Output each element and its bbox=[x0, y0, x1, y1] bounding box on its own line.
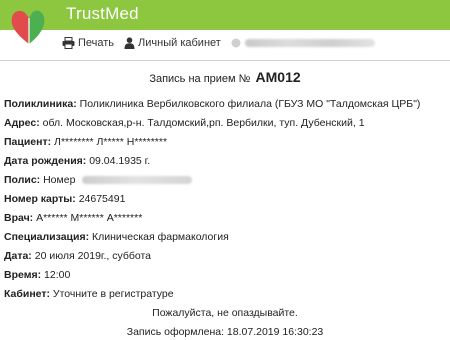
policy-value: Номер bbox=[43, 174, 76, 186]
heart-leaf-logo bbox=[11, 10, 45, 45]
appointment-title-prefix: Запись на прием № bbox=[149, 73, 251, 85]
time-label: Время: bbox=[4, 269, 42, 281]
patient-label: Пациент: bbox=[4, 136, 52, 148]
print-button[interactable]: Печать bbox=[62, 37, 114, 49]
doctor-value: А****** М****** А******* bbox=[36, 212, 143, 224]
date-label: Дата: bbox=[4, 250, 32, 262]
user-menu[interactable] bbox=[231, 38, 375, 48]
specialty-value: Клиническая фармакология bbox=[92, 231, 229, 243]
doctor-label: Врач: bbox=[4, 212, 34, 224]
room-label: Кабинет: bbox=[4, 288, 50, 300]
appointment-title: Запись на прием № AM012 bbox=[0, 69, 450, 85]
card-number-row: Номер карты: 24675491 bbox=[4, 193, 125, 205]
room-value: Уточните в регистратуре bbox=[52, 288, 174, 300]
specialty-row: Специализация: Клиническая фармакология bbox=[4, 231, 229, 243]
user-icon bbox=[231, 38, 241, 48]
time-value: 12:00 bbox=[44, 269, 71, 281]
reminder-text: Пожалуйста, не опаздывайте. bbox=[152, 307, 298, 319]
patient-row: Пациент: Л******** Л***** Н******** bbox=[4, 136, 167, 148]
birth-date-value: 09.04.1935 г. bbox=[89, 155, 151, 167]
birth-date-label: Дата рождения: bbox=[4, 155, 87, 167]
person-icon bbox=[124, 37, 135, 49]
policy-label: Полис: bbox=[4, 174, 41, 186]
card-number-label: Номер карты: bbox=[4, 193, 76, 205]
date-value: 20 июля 2019г., суббота bbox=[34, 250, 152, 262]
created-timestamp: Запись оформлена: 18.07.2019 16:30:23 bbox=[126, 326, 324, 338]
clinic-label: Поликлиника: bbox=[4, 98, 77, 110]
address-row: Адрес: обл. Московская,р-н. Талдомский,р… bbox=[4, 117, 365, 129]
address-label: Адрес: bbox=[4, 117, 40, 129]
clinic-value: Поликлиника Вербилковского филиала (ГБУЗ… bbox=[79, 98, 421, 110]
policy-number-redacted bbox=[82, 176, 193, 185]
appointment-card: Запись на прием № AM012 Поликлиника: Пол… bbox=[0, 60, 450, 340]
room-row: Кабинет: Уточните в регистратуре bbox=[4, 288, 174, 300]
toolbar: Печать Личный кабинет bbox=[62, 34, 375, 52]
printer-icon bbox=[62, 37, 75, 49]
patient-value: Л******** Л***** Н******** bbox=[54, 136, 168, 148]
appointment-number: AM012 bbox=[255, 69, 301, 85]
clinic-row: Поликлиника: Поликлиника Вербилковского … bbox=[4, 98, 420, 110]
birth-date-row: Дата рождения: 09.04.1935 г. bbox=[4, 155, 150, 167]
personal-cabinet-button[interactable]: Личный кабинет bbox=[124, 37, 221, 49]
policy-row: Полис: Номер bbox=[4, 174, 193, 186]
app-title: TrustMed bbox=[66, 4, 139, 23]
date-row: Дата: 20 июля 2019г., суббота bbox=[4, 250, 151, 262]
doctor-row: Врач: А****** М****** А******* bbox=[4, 212, 142, 224]
print-label: Печать bbox=[78, 37, 115, 49]
card-number-value: 24675491 bbox=[78, 193, 126, 205]
address-value: обл. Московская,р-н. Талдомский,рп. Верб… bbox=[42, 117, 365, 129]
time-row: Время: 12:00 bbox=[4, 269, 70, 281]
specialty-label: Специализация: bbox=[4, 231, 90, 243]
user-name-redacted bbox=[244, 39, 375, 47]
personal-cabinet-label: Личный кабинет bbox=[138, 37, 221, 49]
